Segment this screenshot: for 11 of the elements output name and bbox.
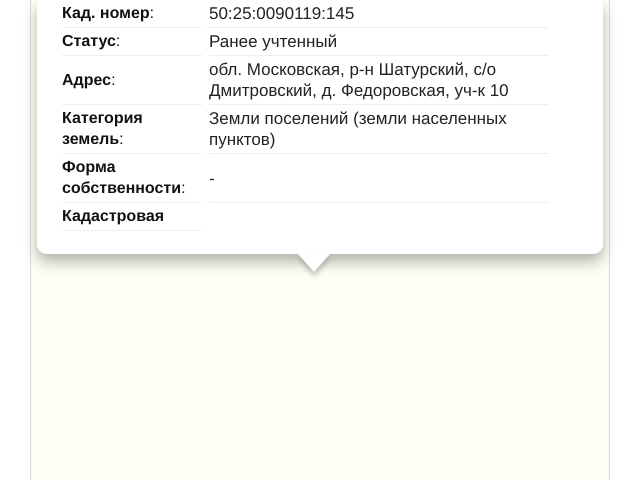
field-value: - xyxy=(209,154,549,203)
field-value: Земли поселений (земли населенных пунктов) xyxy=(209,105,549,154)
field-value: Ранее учтенный xyxy=(209,28,549,56)
field-label: Адрес: xyxy=(62,56,202,105)
field-label: Статус: xyxy=(62,28,202,56)
field-label: Форма собственности: xyxy=(62,154,202,203)
field-label: Категория земель: xyxy=(62,105,202,154)
field-value: обл. Московская, р-н Шатурский, с/о Дмитровский, д. Федоровская, уч-к 10 xyxy=(209,56,549,105)
field-label: Кад. номер: xyxy=(62,0,202,28)
field-label: Кадастровая xyxy=(62,203,202,231)
field-value: 50:25:0090119:145 xyxy=(209,0,549,28)
